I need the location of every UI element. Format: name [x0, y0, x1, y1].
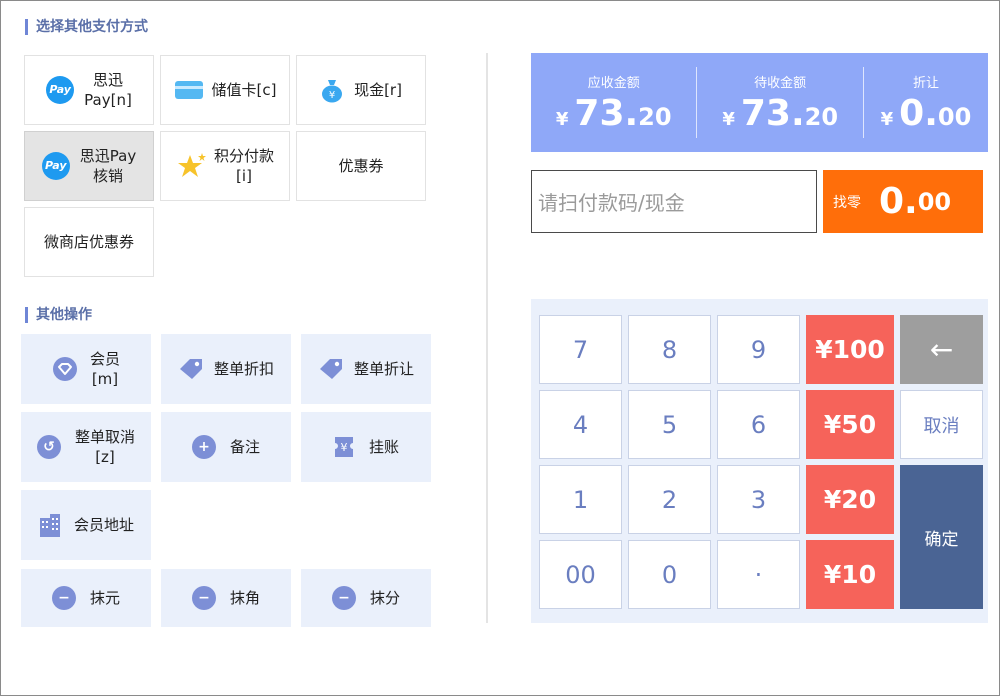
building-icon — [39, 514, 60, 537]
credit-button[interactable]: ¥ 挂账 — [301, 412, 431, 482]
round-fen-button[interactable]: − 抹分 — [301, 569, 431, 627]
quick-50-button[interactable]: ¥50 — [806, 390, 894, 459]
quick-100-button[interactable]: ¥100 — [806, 315, 894, 384]
key-3[interactable]: 3 — [717, 465, 800, 534]
svg-text:¥: ¥ — [340, 441, 347, 454]
plus-icon: + — [191, 435, 216, 459]
quick-20-button[interactable]: ¥20 — [806, 465, 894, 534]
order-allowance-button[interactable]: 整单折让 — [301, 334, 431, 404]
round-yuan-button[interactable]: − 抹元 — [21, 569, 151, 627]
pending-int: 73. — [740, 92, 805, 134]
amount-summary-panel: 应收金额 ¥ 73. 20 待收金额 ¥ 73. 20 折让 ¥ 0. 00 — [531, 53, 988, 152]
key-1[interactable]: 1 — [539, 465, 622, 534]
member-address-button[interactable]: 会员地址 — [21, 490, 151, 560]
payment-code-placeholder: 请扫付款码/现金 — [538, 191, 685, 215]
receivable-int: 73. — [574, 92, 639, 134]
key-2[interactable]: 2 — [628, 465, 711, 534]
cancel-button[interactable]: 取消 — [900, 390, 983, 459]
pay-points-button[interactable]: 积分付款 [i] — [160, 131, 290, 201]
pay-sixun-label: 思迅 Pay[n] — [84, 71, 132, 109]
pay-sixun-verify-label: 思迅Pay 核销 — [79, 147, 137, 185]
pay-stored-card-button[interactable]: 储值卡[c] — [160, 55, 290, 125]
key-4[interactable]: 4 — [539, 390, 622, 459]
tag-icon — [179, 359, 202, 379]
pay-coupon-button[interactable]: 优惠券 — [296, 131, 426, 201]
key-9[interactable]: 9 — [717, 315, 800, 384]
cancel-order-button[interactable]: ↺ 整单取消 [z] — [21, 412, 151, 482]
order-discount-button[interactable]: 整单折扣 — [161, 334, 291, 404]
payment-code-input[interactable]: 请扫付款码/现金 — [531, 170, 817, 233]
round-jiao-label: 抹角 — [229, 589, 260, 607]
pending-amount: 待收金额 ¥ 73. 20 — [697, 53, 862, 152]
discount-label: 折让 — [912, 75, 939, 91]
pay-stored-card-label: 储值卡[c] — [211, 81, 277, 99]
card-icon — [174, 81, 203, 99]
pending-dec: 20 — [804, 102, 839, 131]
member-address-label: 会员地址 — [73, 516, 134, 534]
change-int: 0. — [879, 181, 918, 222]
ops-section-title: 其他操作 — [25, 307, 92, 323]
key-5[interactable]: 5 — [628, 390, 711, 459]
receivable-label: 应收金额 — [587, 75, 640, 91]
note-button[interactable]: + 备注 — [161, 412, 291, 482]
currency-symbol: ¥ — [880, 108, 894, 130]
round-jiao-button[interactable]: − 抹角 — [161, 569, 291, 627]
pay-coupon-label: 优惠券 — [338, 157, 384, 175]
backspace-button[interactable]: ← — [900, 315, 983, 384]
undo-icon: ↺ — [36, 435, 61, 459]
note-label: 备注 — [229, 438, 260, 456]
confirm-button[interactable]: 确定 — [900, 465, 983, 609]
change-display: 找零 0. 00 — [823, 170, 983, 233]
round-fen-label: 抹分 — [369, 589, 400, 607]
member-label: 会员 [m] — [89, 350, 120, 388]
round-yuan-label: 抹元 — [89, 589, 120, 607]
key-00[interactable]: 00 — [539, 540, 622, 609]
cancel-order-label: 整单取消 [z] — [74, 428, 135, 466]
currency-symbol: ¥ — [555, 108, 569, 130]
pay-weishop-coupon-label: 微商店优惠券 — [43, 233, 134, 251]
change-label: 找零 — [833, 194, 861, 211]
payment-section-title: 选择其他支付方式 — [25, 19, 148, 35]
minus-icon: − — [331, 586, 356, 610]
tag-icon — [319, 359, 342, 379]
pending-label: 待收金额 — [754, 75, 807, 91]
credit-ticket-icon: ¥ — [334, 437, 353, 457]
key-7[interactable]: 7 — [539, 315, 622, 384]
discount-int: 0. — [899, 92, 938, 134]
key-decimal[interactable]: · — [717, 540, 800, 609]
discount-amount: 折让 ¥ 0. 00 — [864, 53, 988, 152]
change-dec: 00 — [917, 187, 952, 216]
credit-label: 挂账 — [368, 438, 399, 456]
sixun-pay-icon: Pay — [46, 76, 75, 104]
key-8[interactable]: 8 — [628, 315, 711, 384]
pay-cash-button[interactable]: ¥ 现金[r] — [296, 55, 426, 125]
order-discount-label: 整单折扣 — [213, 360, 274, 378]
member-button[interactable]: 会员 [m] — [21, 334, 151, 404]
minus-icon: − — [191, 586, 216, 610]
section-divider — [486, 53, 488, 623]
payment-dialog: 选择其他支付方式 Pay 思迅 Pay[n] 储值卡[c] ¥ 现金[r] Pa… — [0, 0, 1000, 696]
key-6[interactable]: 6 — [717, 390, 800, 459]
member-diamond-icon — [52, 357, 77, 381]
pay-sixun-button[interactable]: Pay 思迅 Pay[n] — [24, 55, 154, 125]
key-0[interactable]: 0 — [628, 540, 711, 609]
receivable-dec: 20 — [638, 102, 672, 131]
minus-icon: − — [51, 586, 76, 610]
sixun-pay-icon: Pay — [41, 152, 70, 180]
receivable-amount: 应收金额 ¥ 73. 20 — [531, 53, 696, 152]
pay-weishop-coupon-button[interactable]: 微商店优惠券 — [24, 207, 154, 277]
star-icon — [177, 153, 206, 177]
pay-cash-label: 现金[r] — [354, 81, 402, 99]
quick-10-button[interactable]: ¥10 — [806, 540, 894, 609]
svg-text:¥: ¥ — [329, 90, 335, 101]
currency-symbol: ¥ — [722, 108, 735, 130]
pay-sixun-verify-button[interactable]: Pay 思迅Pay 核销 — [24, 131, 154, 201]
order-allowance-label: 整单折让 — [353, 360, 414, 378]
money-bag-icon: ¥ — [322, 80, 343, 103]
discount-dec: 00 — [937, 102, 972, 131]
pay-points-label: 积分付款 [i] — [213, 147, 274, 185]
